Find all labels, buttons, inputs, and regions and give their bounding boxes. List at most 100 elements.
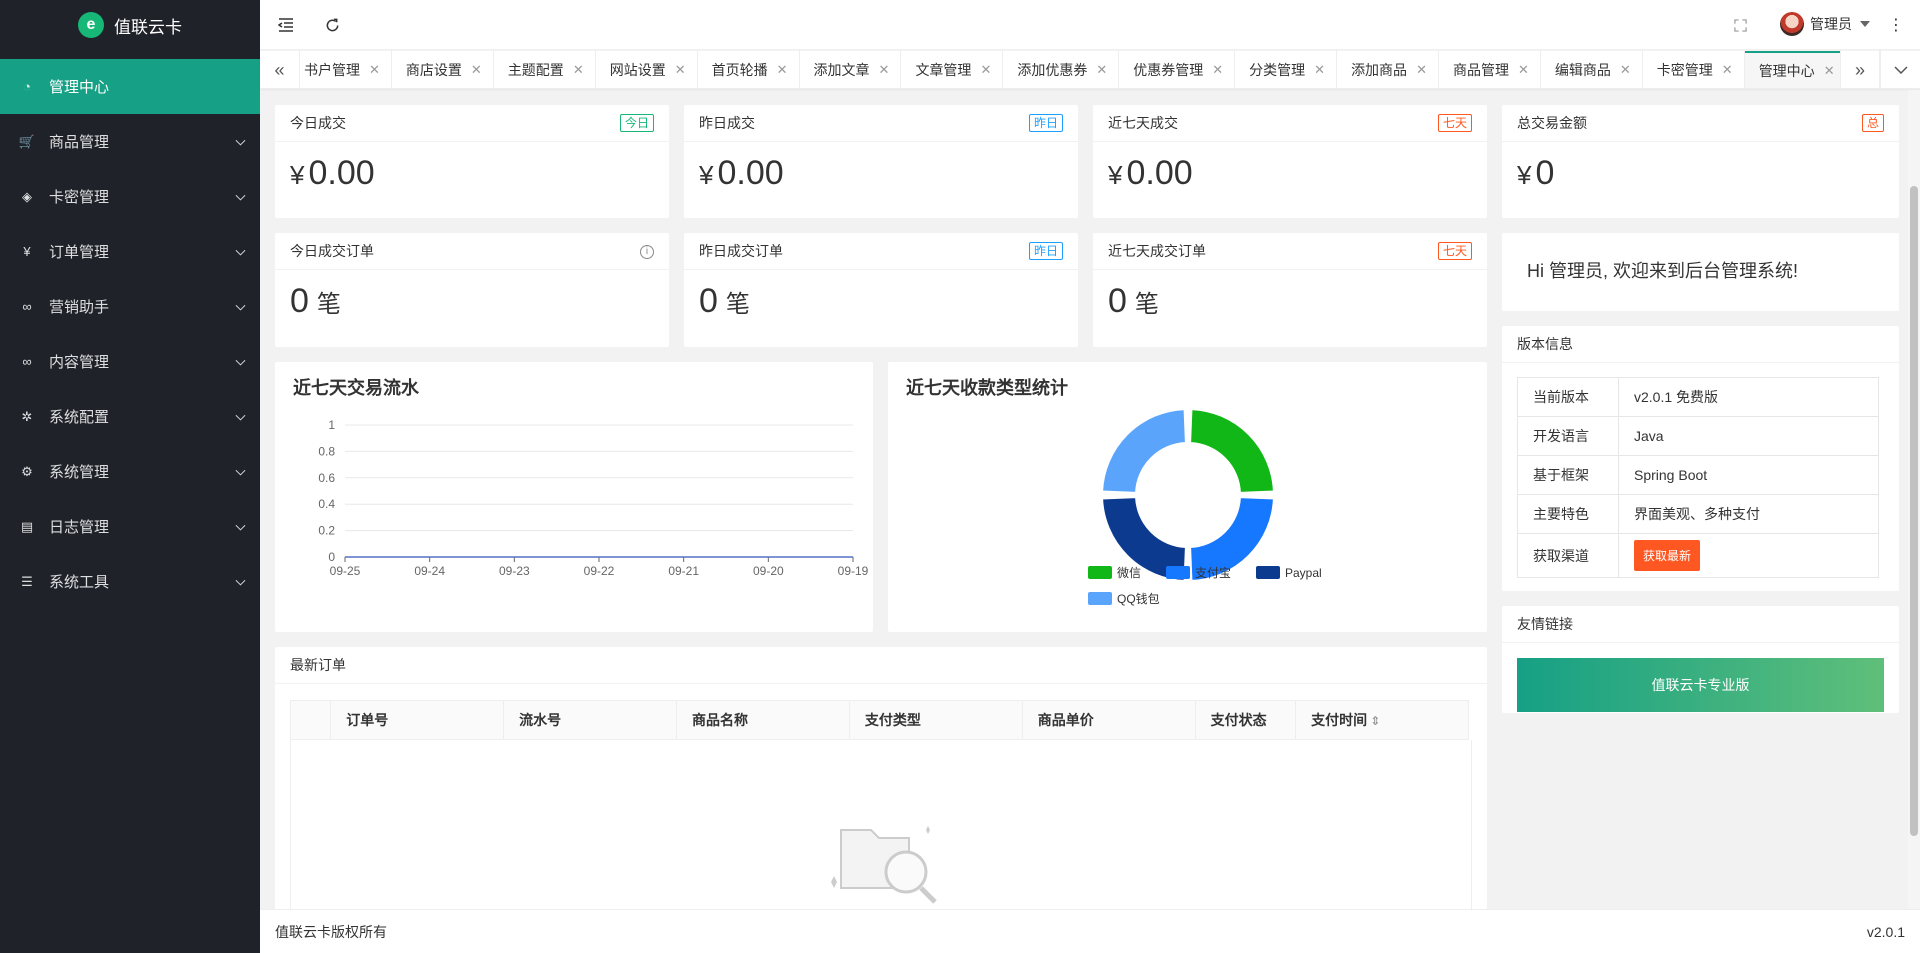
stat-title: 近七天成交订单 bbox=[1108, 243, 1206, 259]
close-icon[interactable]: ✕ bbox=[1824, 63, 1835, 79]
table-row: 当前版本 v2.0.1 免费版 bbox=[1517, 377, 1879, 417]
close-icon[interactable]: ✕ bbox=[1620, 62, 1631, 78]
close-icon[interactable]: ✕ bbox=[980, 62, 991, 78]
pie-chart-card: 近七天收款类型统计 微信 支付宝 Paypal QQ钱包 bbox=[888, 362, 1487, 632]
close-icon[interactable]: ✕ bbox=[777, 62, 788, 78]
fullscreen-icon[interactable] bbox=[1730, 15, 1750, 35]
close-icon[interactable]: ✕ bbox=[1722, 62, 1733, 78]
sidebar-item[interactable]: ◔ 管理中心 bbox=[0, 59, 260, 114]
tabs-scroll-right-icon[interactable]: » bbox=[1840, 51, 1880, 88]
tab[interactable]: 商品管理 ✕ bbox=[1439, 51, 1541, 88]
tab[interactable]: 添加优惠券 ✕ bbox=[1003, 51, 1120, 88]
user-menu[interactable]: 管理员 bbox=[1780, 12, 1870, 36]
legend-swatch bbox=[1088, 592, 1112, 605]
sidebar-item[interactable]: ⚙ 系统管理 bbox=[0, 444, 260, 499]
sidebar-item[interactable]: 🛒 商品管理 bbox=[0, 114, 260, 169]
legend-item[interactable]: 支付宝 bbox=[1166, 566, 1231, 580]
tab[interactable]: 文章管理 ✕ bbox=[901, 51, 1004, 88]
pie-slice[interactable] bbox=[1189, 408, 1275, 494]
tab-label: 首页轮播 bbox=[711, 62, 768, 78]
tab[interactable]: 分类管理 ✕ bbox=[1235, 51, 1338, 88]
sidebar-item[interactable]: ∞ 营销助手 bbox=[0, 279, 260, 334]
gear-icon: ✲ bbox=[21, 408, 33, 424]
info-icon[interactable]: i bbox=[640, 245, 654, 259]
stat-title: 总交易金额 bbox=[1517, 115, 1587, 131]
welcome-card: Hi 管理员, 欢迎来到后台管理系统! bbox=[1502, 233, 1899, 311]
sidebar-item-label: 订单管理 bbox=[49, 244, 110, 261]
y-tick-label: 0.6 bbox=[318, 471, 335, 485]
close-icon[interactable]: ✕ bbox=[879, 62, 890, 78]
table-header-cell[interactable]: 支付时间 ⇕ bbox=[1295, 700, 1469, 740]
tab-bar: « 书户管理 ✕ 商店设置 ✕ 主题配置 ✕ 网站设置 ✕ 首页轮播 ✕ 添加文章 ✕ 文章管理 ✕ 添加优… bbox=[260, 51, 1920, 89]
link-icon: ∞ bbox=[22, 354, 32, 369]
menu-fold-icon[interactable] bbox=[276, 15, 296, 35]
pie-slice[interactable] bbox=[1101, 408, 1187, 494]
logo[interactable]: e 值联云卡 bbox=[0, 0, 260, 50]
close-icon[interactable]: ✕ bbox=[1416, 62, 1427, 78]
sidebar-item[interactable]: ▤ 日志管理 bbox=[0, 499, 260, 554]
legend-item[interactable]: Paypal bbox=[1256, 566, 1322, 580]
tab-label: 分类管理 bbox=[1249, 62, 1306, 78]
stat-value: 0.00 bbox=[717, 154, 784, 192]
sliders-icon: ☰ bbox=[21, 573, 33, 589]
tab[interactable]: 添加文章 ✕ bbox=[800, 51, 902, 88]
yen-icon: ¥ bbox=[23, 244, 31, 259]
table-header-cell: 商品单价 bbox=[1021, 700, 1196, 740]
legend-item[interactable]: 微信 bbox=[1088, 566, 1141, 580]
close-icon[interactable]: ✕ bbox=[1518, 62, 1529, 78]
close-icon[interactable]: ✕ bbox=[573, 62, 584, 78]
stat-card-yesterday: 昨日成交 昨日 ¥0.00 bbox=[684, 105, 1078, 218]
tab[interactable]: 卡密管理 ✕ bbox=[1643, 51, 1745, 88]
sidebar-nav: ◔ 管理中心 🛒 商品管理 ◈ 卡密管理 ¥ 订单管理 ∞ 营销助手 ∞ 内容管理 ✲ 系统配置 ⚙ 系统管理… bbox=[0, 59, 260, 609]
tab[interactable]: 书户管理 ✕ bbox=[290, 51, 392, 88]
welcome-text: Hi 管理员, 欢迎来到后台管理系统! bbox=[1527, 261, 1799, 281]
tabs-menu-chevron-icon[interactable] bbox=[1880, 51, 1920, 88]
sidebar-item[interactable]: ✲ 系统配置 bbox=[0, 389, 260, 444]
empty-data-icon bbox=[831, 826, 937, 904]
pro-version-button[interactable]: 值联云卡专业版 bbox=[1517, 658, 1884, 712]
sidebar-item[interactable]: ¥ 订单管理 bbox=[0, 224, 260, 279]
tab-label: 商店设置 bbox=[405, 62, 462, 78]
scrollbar-thumb[interactable] bbox=[1910, 186, 1918, 836]
chevron-down-icon bbox=[1860, 21, 1870, 27]
tab[interactable]: 商店设置 ✕ bbox=[392, 51, 494, 88]
stat-unit: 笔 bbox=[1134, 291, 1159, 318]
get-latest-button[interactable]: 获取最新 bbox=[1634, 540, 1701, 571]
sidebar-item[interactable]: ☰ 系统工具 bbox=[0, 554, 260, 609]
links-card: 友情链接 值联云卡专业版 bbox=[1502, 606, 1899, 713]
close-icon[interactable]: ✕ bbox=[1212, 62, 1223, 78]
version-title: 版本信息 bbox=[1502, 326, 1899, 363]
tab[interactable]: 编辑商品 ✕ bbox=[1541, 51, 1643, 88]
version-text: v2.0.1 bbox=[1866, 923, 1905, 940]
tab[interactable]: 首页轮播 ✕ bbox=[698, 51, 800, 88]
close-icon[interactable]: ✕ bbox=[1314, 62, 1325, 78]
tab-label: 商品管理 bbox=[1452, 62, 1509, 78]
sidebar-item[interactable]: ∞ 内容管理 bbox=[0, 334, 260, 389]
sidebar-item-label: 系统工具 bbox=[49, 574, 110, 591]
table-header-cell: 订单号 bbox=[330, 700, 505, 740]
more-vertical-icon[interactable]: ⋮ bbox=[1886, 15, 1906, 35]
tab[interactable]: 网站设置 ✕ bbox=[596, 51, 698, 88]
refresh-icon[interactable] bbox=[322, 15, 342, 35]
tab[interactable]: 添加商品 ✕ bbox=[1337, 51, 1439, 88]
status-badge: 七天 bbox=[1437, 114, 1472, 132]
tab-label: 卡密管理 bbox=[1656, 62, 1713, 78]
tab[interactable]: 主题配置 ✕ bbox=[494, 51, 596, 88]
sidebar-item[interactable]: ◈ 卡密管理 bbox=[0, 169, 260, 224]
close-icon[interactable]: ✕ bbox=[471, 62, 482, 78]
x-tick-label: 09-25 bbox=[330, 564, 361, 578]
tab[interactable]: 优惠券管理 ✕ bbox=[1119, 51, 1236, 88]
sort-icon[interactable]: ⇕ bbox=[1367, 714, 1380, 728]
tabs-scroll-left-icon[interactable]: « bbox=[260, 51, 300, 88]
legend-item[interactable]: QQ钱包 bbox=[1088, 591, 1160, 606]
stat-value: 0.00 bbox=[308, 154, 375, 192]
tab-label: 主题配置 bbox=[507, 62, 564, 78]
scrollbar[interactable] bbox=[1908, 90, 1920, 909]
stat-title: 昨日成交 bbox=[699, 115, 755, 131]
close-icon[interactable]: ✕ bbox=[369, 62, 380, 78]
table-header-cell: 支付类型 bbox=[848, 700, 1023, 740]
version-key: 主要特色 bbox=[1517, 494, 1619, 534]
tab[interactable]: 管理中心 ✕ bbox=[1744, 51, 1847, 88]
close-icon[interactable]: ✕ bbox=[1096, 62, 1107, 78]
close-icon[interactable]: ✕ bbox=[675, 62, 686, 78]
